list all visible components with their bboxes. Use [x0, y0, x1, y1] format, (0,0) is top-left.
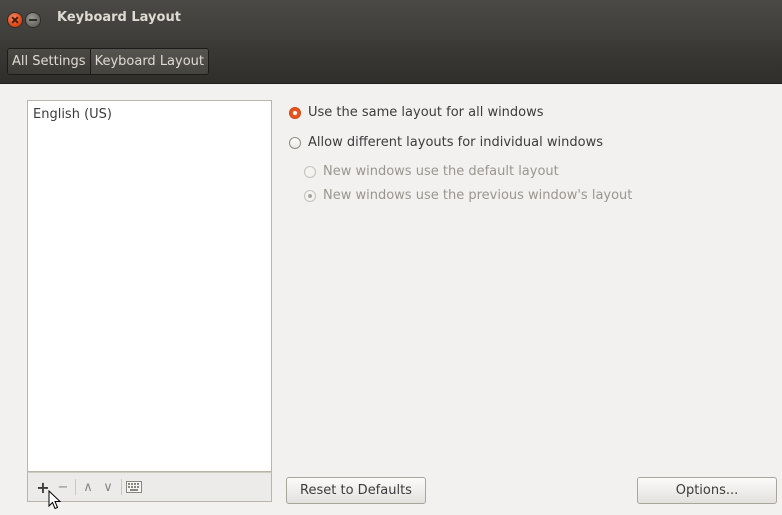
toolbar-divider — [121, 479, 122, 495]
layout-list: English (US) — [27, 100, 272, 472]
new-previous-radio: New windows use the previous window's la… — [304, 188, 632, 203]
breadcrumb-all-settings[interactable]: All Settings — [8, 49, 91, 74]
close-icon[interactable] — [8, 13, 22, 27]
list-item[interactable]: English (US) — [28, 101, 271, 122]
window-title: Keyboard Layout — [57, 10, 181, 25]
breadcrumb: All Settings Keyboard Layout — [7, 48, 210, 75]
radio-selected-icon — [289, 106, 301, 119]
mouse-pointer-icon — [48, 490, 62, 510]
different-layouts-label: Allow different layouts for individual w… — [308, 135, 603, 150]
new-default-radio: New windows use the default layout — [304, 164, 559, 179]
new-default-label: New windows use the default layout — [323, 164, 559, 179]
breadcrumb-bar: All Settings Keyboard Layout — [0, 40, 782, 84]
window-titlebar: Keyboard Layout — [0, 0, 782, 40]
same-layout-label: Use the same layout for all windows — [308, 105, 544, 120]
new-previous-label: New windows use the previous window's la… — [323, 188, 633, 203]
layout-list-toolbar: + − ∧ ∨ — [27, 472, 272, 502]
options-button[interactable]: Options... — [637, 477, 777, 504]
keyboard-icon[interactable] — [125, 478, 143, 496]
toolbar-divider — [75, 479, 76, 495]
move-up-button[interactable]: ∧ — [79, 478, 97, 496]
different-layouts-radio[interactable]: Allow different layouts for individual w… — [289, 135, 603, 150]
move-down-button[interactable]: ∨ — [99, 478, 117, 496]
reset-to-defaults-button[interactable]: Reset to Defaults — [286, 477, 426, 504]
radio-disabled-selected-icon — [304, 189, 316, 202]
same-layout-radio[interactable]: Use the same layout for all windows — [289, 105, 544, 120]
minimize-icon[interactable] — [26, 13, 40, 27]
radio-disabled-icon — [304, 165, 316, 178]
radio-unselected-icon — [289, 136, 301, 149]
breadcrumb-keyboard-layout[interactable]: Keyboard Layout — [90, 49, 209, 74]
